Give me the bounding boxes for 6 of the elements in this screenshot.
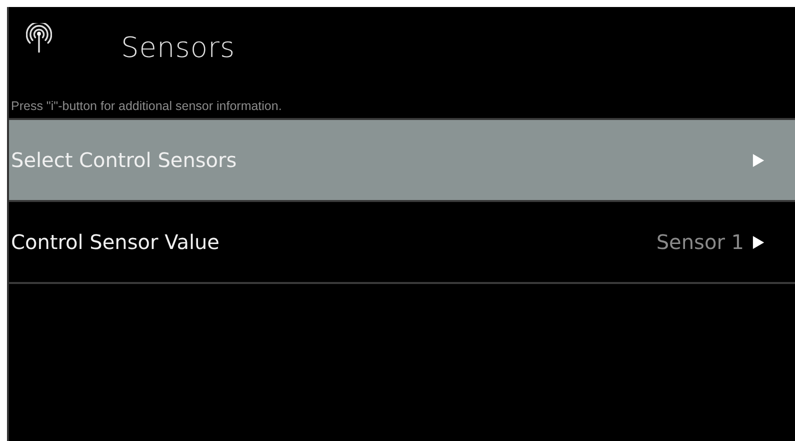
arrow-right-icon [752, 152, 765, 168]
antenna-icon [26, 23, 52, 53]
hint-text: Press "i"-button for additional sensor information. [10, 98, 283, 115]
arrow-right-icon [752, 234, 765, 250]
menu-item[interactable]: Control Sensor Value Sensor 1 [9, 202, 795, 284]
screen-title: Sensors [121, 30, 236, 64]
